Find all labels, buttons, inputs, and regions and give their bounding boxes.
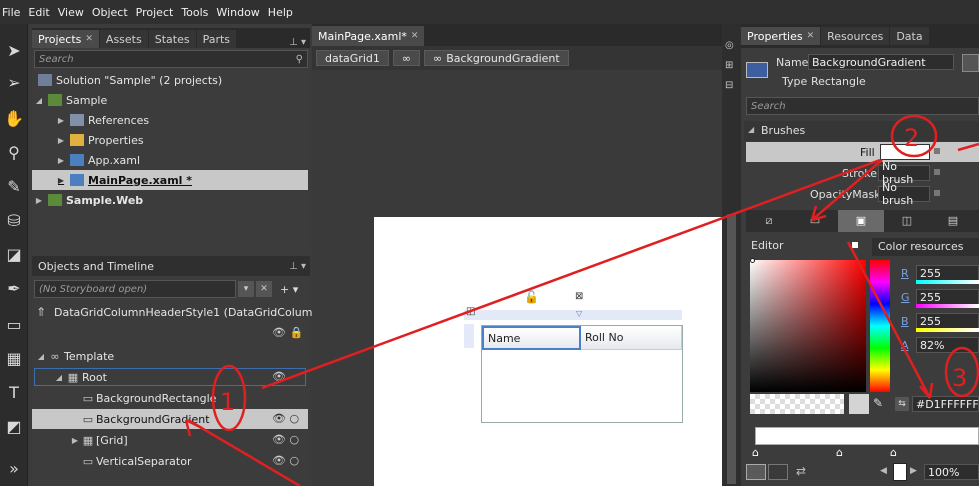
annotation-arrow-line	[187, 418, 301, 486]
annotation-arrow-line	[811, 159, 883, 221]
annotation-arrow-line	[957, 142, 979, 152]
annotation-overlay: 1 2 3	[184, 114, 979, 486]
annotation-arrow-line	[261, 158, 881, 390]
annotation-label-2: 2	[904, 124, 919, 152]
annotation-arrow-line	[846, 241, 932, 399]
annotation-label-1: 1	[220, 388, 235, 416]
annotation-label-3: 3	[952, 364, 967, 392]
